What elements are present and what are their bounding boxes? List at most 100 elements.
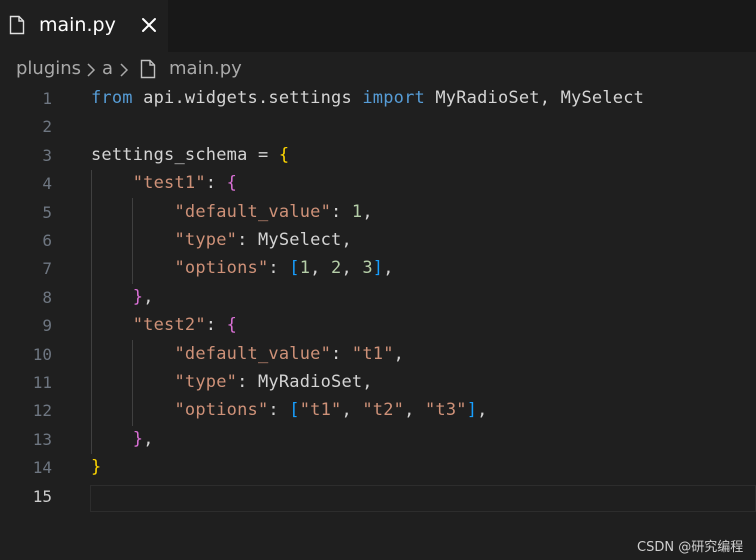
code-line[interactable]: 7 "options": [1, 2, 3], (0, 254, 756, 282)
code-token: "t3" (424, 400, 467, 421)
code-token: , (362, 201, 373, 222)
line-number: 13 (32, 429, 52, 449)
line-number: 4 (42, 174, 52, 194)
code-token: : (331, 201, 352, 222)
breadcrumb-item-main-py[interactable]: main.py (169, 58, 242, 79)
breadcrumb-item-a[interactable]: a (102, 58, 113, 79)
code-token: settings_schema = (91, 144, 279, 165)
code-token: : (205, 315, 227, 336)
file-icon (140, 59, 156, 79)
code-token: 1 (299, 258, 311, 279)
code-line[interactable]: 14} (0, 453, 756, 481)
code-token: "options" (174, 258, 269, 279)
watermark: CSDN @研究编程 (637, 540, 744, 555)
tab-label: main.py (39, 14, 116, 36)
line-number: 2 (42, 117, 52, 137)
current-line-highlight (90, 485, 756, 512)
code-token: 2 (331, 258, 342, 279)
code-text: "test2": { (91, 315, 237, 335)
code-token: , (477, 400, 488, 421)
code-line[interactable]: 9 "test2": { (0, 311, 756, 339)
code-line[interactable]: 13 }, (0, 425, 756, 453)
code-line[interactable]: 5 "default_value": 1, (0, 198, 756, 226)
file-icon (9, 15, 25, 35)
code-token: MyRadioSet, MySelect (424, 88, 645, 108)
close-icon[interactable] (138, 14, 160, 36)
code-token: : (331, 343, 352, 364)
code-line[interactable]: 12 "options": ["t1", "t2", "t3"], (0, 396, 756, 424)
line-number: 1 (42, 89, 52, 108)
code-text: "type": MySelect, (91, 230, 352, 250)
line-number: 9 (42, 316, 52, 336)
code-token: "default_value" (174, 343, 332, 364)
code-token: "default_value" (174, 201, 332, 222)
line-number: 5 (42, 202, 52, 222)
code-text: "default_value": 1, (91, 202, 373, 222)
code-token: "type" (174, 372, 238, 392)
code-token: , (404, 400, 425, 421)
code-token: { (226, 315, 238, 336)
code-token: , (341, 400, 363, 421)
code-token: } (91, 457, 102, 478)
code-line[interactable]: 10 "default_value": "t1", (0, 340, 756, 368)
line-number: 8 (42, 287, 52, 307)
code-text: "options": [1, 2, 3], (91, 258, 394, 278)
code-text: "default_value": "t1", (91, 344, 404, 364)
code-token: , (143, 428, 154, 449)
code-line[interactable]: 6 "type": MySelect, (0, 226, 756, 254)
code-token: , (383, 258, 394, 279)
code-token: , (310, 258, 332, 279)
code-token: "test2" (132, 315, 206, 336)
code-line[interactable]: 11 "type": MyRadioSet, (0, 368, 756, 396)
tab-main-py[interactable]: main.py (0, 0, 168, 52)
code-token: "t1" (299, 400, 342, 421)
code-token: ] (372, 258, 384, 279)
code-line[interactable]: 1 from api.widgets.settings import MyRadi… (0, 84, 756, 112)
code-token: 1 (351, 201, 363, 222)
code-token: , (393, 343, 405, 364)
line-number: 14 (32, 458, 52, 478)
code-token: , (143, 286, 154, 307)
chevron-right-icon (120, 63, 129, 77)
code-text: "options": ["t1", "t2", "t3"], (91, 400, 488, 420)
code-text: "type": MyRadioSet, (91, 372, 373, 392)
code-line[interactable]: 8 }, (0, 283, 756, 311)
code-token: : MyRadioSet, (237, 372, 373, 392)
code-token: "options" (174, 400, 269, 421)
code-token: { (226, 173, 238, 194)
code-token: 3 (362, 258, 373, 279)
code-token: } (132, 428, 144, 449)
code-token: "type" (174, 230, 238, 250)
code-line[interactable]: 4 "test1": { (0, 169, 756, 197)
tab-bar: main.py (0, 0, 756, 52)
indent-guide (91, 170, 92, 454)
code-text: }, (91, 429, 154, 449)
code-text: } (91, 457, 101, 477)
indent-guide (132, 340, 133, 426)
breadcrumb-item-plugins[interactable]: plugins (16, 58, 81, 79)
code-token: "t2" (362, 400, 405, 421)
line-number: 3 (42, 145, 52, 165)
code-line[interactable]: 2 (0, 112, 756, 140)
code-token: "test1" (132, 173, 206, 194)
line-number: 15 (32, 486, 52, 506)
code-token: api.widgets.settings (132, 88, 363, 108)
code-token: : (205, 173, 227, 194)
line-number: 12 (32, 401, 52, 421)
breadcrumb: plugins a main.py (0, 52, 756, 86)
indent-guide (132, 198, 133, 284)
code-token: import (362, 88, 425, 108)
chevron-right-icon (87, 63, 96, 77)
code-token: : (268, 400, 290, 421)
code-token: : (268, 258, 290, 279)
code-text: from api.widgets.settings import MyRadio… (91, 88, 644, 108)
line-number: 7 (42, 259, 52, 279)
code-line[interactable]: 3 settings_schema = { (0, 141, 756, 169)
code-editor[interactable]: 1 from api.widgets.settings import MyRadi… (0, 84, 756, 524)
code-token: : MySelect, (237, 230, 352, 250)
code-token: "t1" (351, 343, 394, 364)
code-text: "test1": { (91, 173, 237, 193)
code-token: ] (466, 400, 478, 421)
